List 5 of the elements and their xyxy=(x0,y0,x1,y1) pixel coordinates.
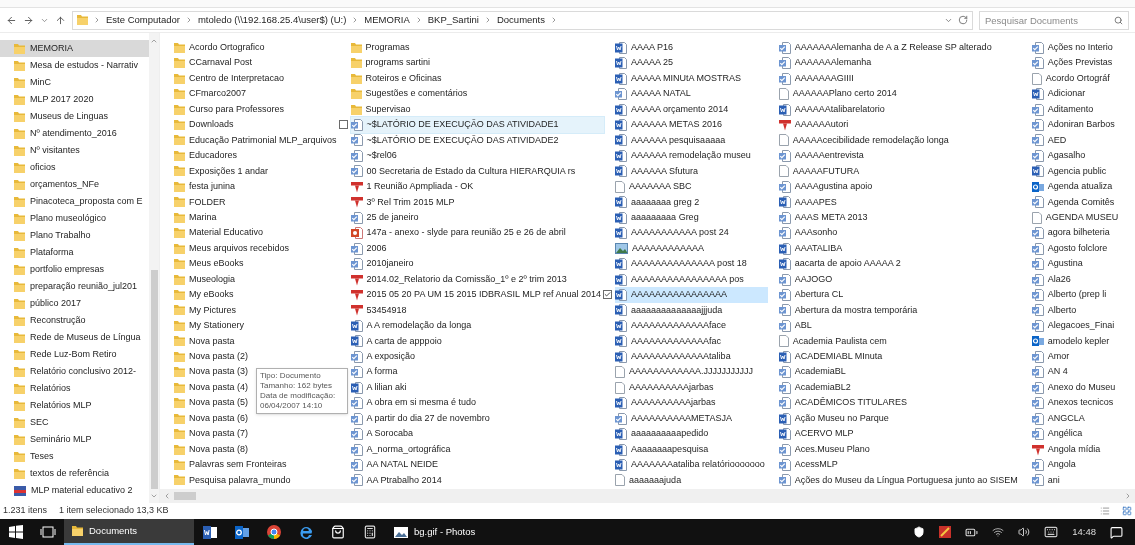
tooltip-line: Tamanho: 162 bytes xyxy=(260,381,334,391)
tooltip-line: Data de modificação: 06/04/2007 14:10 xyxy=(260,391,337,411)
item-count: 1.231 itens xyxy=(3,504,48,518)
selection-info: 1 item selecionado 13,3 KB xyxy=(59,504,169,518)
tooltip-line: Tipo: Documento xyxy=(260,371,322,381)
